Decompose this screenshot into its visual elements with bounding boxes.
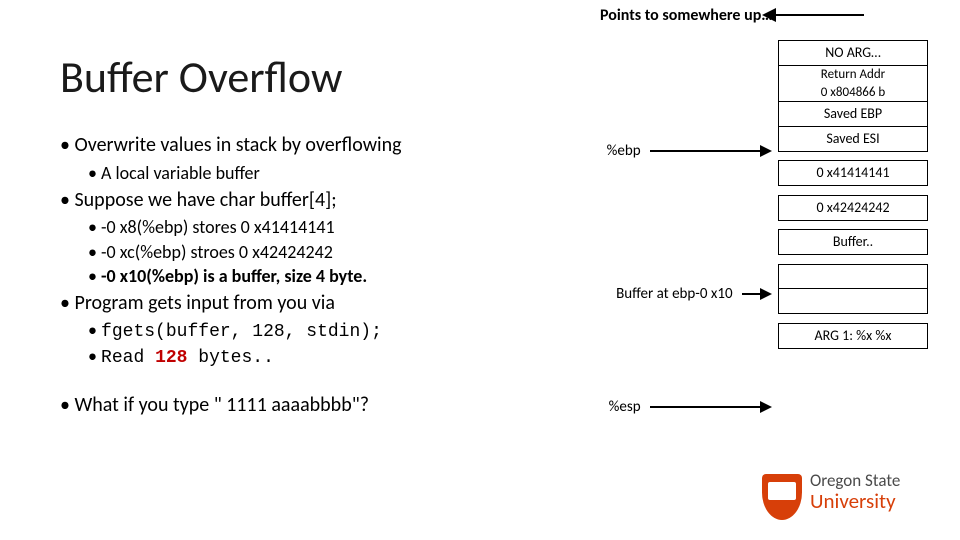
bullet-3b-pre: Read: [101, 348, 155, 368]
bullet-2a: -0 x8(%ebp) stores 0 x41414141: [101, 216, 335, 238]
label-esp: %esp: [600, 398, 770, 416]
osu-logo: Oregon State University: [762, 470, 932, 526]
ret-line2: 0 x804866 b: [779, 84, 927, 102]
cell-buffer: Buffer..: [778, 229, 928, 255]
cell-empty-2: [778, 288, 928, 314]
logo-line1: Oregon State: [810, 472, 900, 489]
bullet-3a: fgets(buffer, 128, stdin);: [101, 322, 382, 342]
bullet-2c: -0 x10(%ebp) is a buffer, size 4 byte.: [101, 265, 367, 287]
bullet-2: Suppose we have char buffer[4];: [74, 188, 336, 212]
bullet-1: Overwrite values in stack by overflowing: [74, 133, 401, 157]
bullet-1a: A local variable buffer: [101, 162, 260, 184]
cell-arg1: ARG 1: %x %x: [778, 323, 928, 349]
label-buffer-at: Buffer at ebp-0 x10: [600, 285, 770, 303]
label-esp-text: %esp: [609, 398, 641, 416]
arrow-left-icon: [764, 14, 864, 16]
ret-line1: Return Addr: [779, 66, 927, 84]
page-title: Buffer Overflow: [60, 50, 342, 104]
cell-41: 0 x41414141: [778, 160, 928, 186]
bullet-3b-num: 128: [155, 348, 187, 368]
label-ebp: %ebp: [600, 142, 770, 160]
stack-diagram: NO ARG… Return Addr 0 x804866 b Saved EB…: [778, 40, 928, 347]
bullet-3b-post: bytes..: [187, 348, 273, 368]
cell-42: 0 x42424242: [778, 195, 928, 221]
cell-saved-esi: Saved ESI: [778, 126, 928, 152]
shield-icon: [762, 474, 802, 520]
arrow-right-icon: [650, 150, 770, 152]
top-note: Points to somewhere up…: [600, 6, 773, 25]
cell-noarg: NO ARG…: [778, 40, 928, 66]
bullet-2b: -0 xc(%ebp) stroes 0 x42424242: [101, 241, 333, 263]
bullet-content: • Overwrite values in stack by overflowi…: [60, 130, 580, 421]
bullet-3: Program gets input from you via: [74, 291, 334, 315]
arrow-right-icon: [742, 293, 770, 295]
arrow-right-icon: [650, 406, 770, 408]
label-ebp-text: %ebp: [607, 142, 641, 160]
cell-saved-ebp: Saved EBP: [778, 101, 928, 127]
bullet-4: What if you type " 1111 aaaabbbb"?: [74, 393, 369, 417]
label-buffer-text: Buffer at ebp-0 x10: [616, 285, 732, 303]
cell-retaddr: Return Addr 0 x804866 b: [778, 65, 928, 103]
cell-empty-1: [778, 264, 928, 290]
logo-line2: University: [810, 491, 900, 512]
